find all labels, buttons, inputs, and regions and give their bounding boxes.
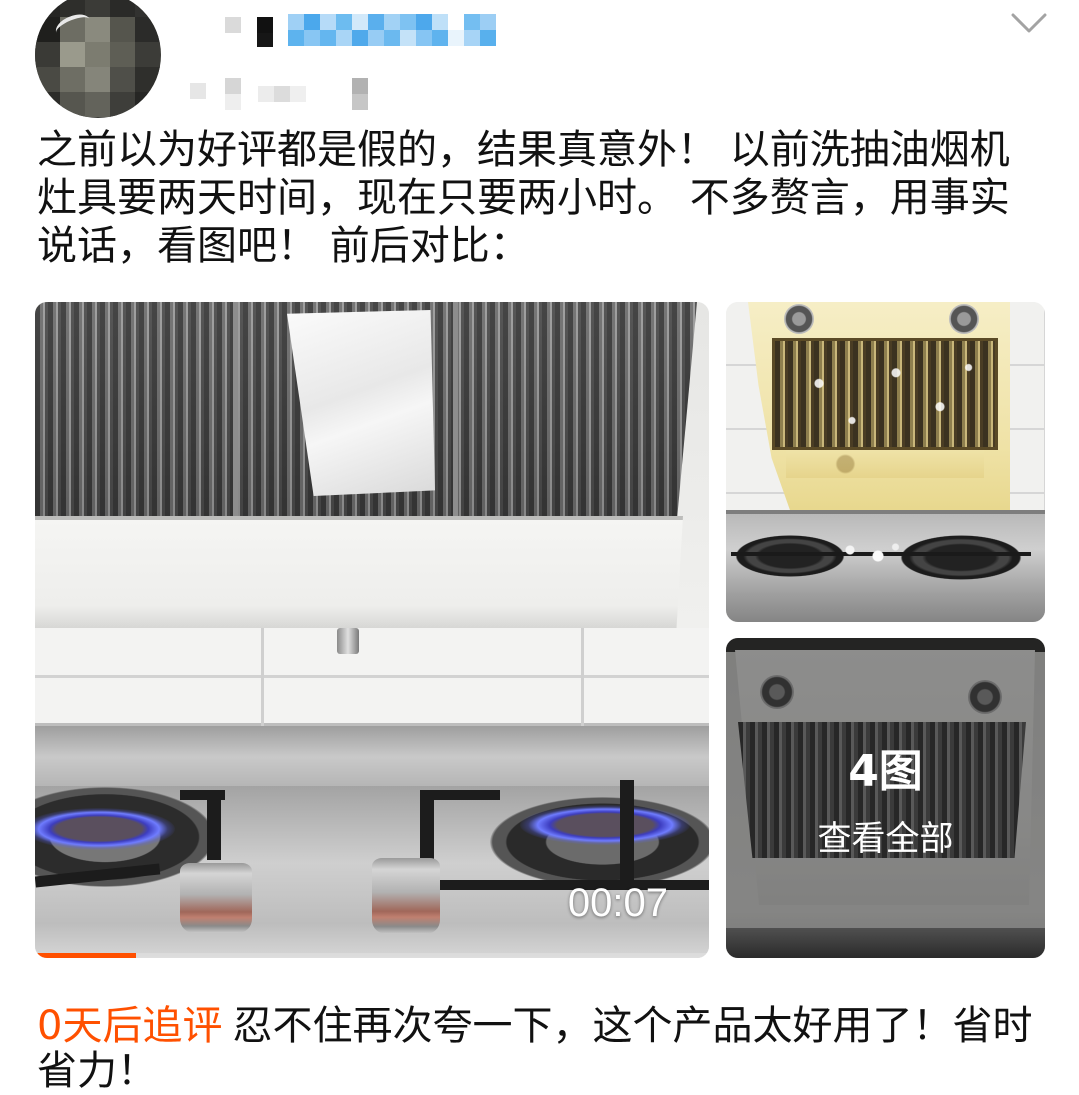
- review-card: 之前以为好评都是假的，结果真意外！ 以前洗抽油烟机灶具要两天时间，现在只要两小时…: [0, 0, 1079, 1095]
- video-still-grate: [207, 790, 221, 860]
- review-text: 之前以为好评都是假的，结果真意外！ 以前洗抽油烟机灶具要两天时间，现在只要两小时…: [37, 127, 1010, 269]
- video-still-knob-right: [372, 858, 440, 934]
- video-still-flame-right: [520, 805, 690, 845]
- photo-count-label: 4图: [848, 746, 923, 797]
- avatar-emblem-icon: [52, 9, 94, 43]
- follow-up-label: 0天后追评: [37, 1003, 223, 1049]
- video-still-knob-left: [180, 863, 252, 933]
- video-still-filter-divider: [233, 302, 238, 518]
- video-progress-fill: [35, 953, 137, 958]
- view-all-label: 查看全部: [817, 819, 954, 859]
- video-progress-bar[interactable]: [35, 953, 709, 958]
- photo-hood-bolt: [949, 304, 979, 334]
- photo-thumbnail[interactable]: [726, 302, 1045, 622]
- video-still-backsplash: [35, 726, 709, 788]
- video-player[interactable]: 00:07: [35, 302, 709, 958]
- follow-up-review: 0天后追评 忍不住再次夸一下，这个产品太好用了！省时省力！: [37, 1004, 1042, 1094]
- chevron-down-icon-graphic: [1011, 13, 1047, 33]
- video-still-grate: [620, 780, 634, 890]
- username-masked: [222, 14, 500, 48]
- photo-debris: [836, 538, 906, 568]
- video-still-grate: [420, 790, 434, 862]
- video-still-wall-tiles: [35, 628, 709, 728]
- photo-hood-bolt: [784, 304, 814, 334]
- photo-hood-lower-panel: [786, 450, 984, 478]
- video-duration: 00:07: [567, 881, 668, 925]
- avatar: [35, 0, 161, 118]
- view-all-photos-button[interactable]: 4图 查看全部: [726, 638, 1045, 958]
- chevron-down-icon[interactable]: [1011, 12, 1047, 34]
- photo-burner: [900, 535, 1022, 580]
- video-still-bracket: [337, 628, 359, 654]
- photo-dim-overlay: [726, 638, 1045, 958]
- video-still-filter-divider: [453, 302, 458, 518]
- photo-hood-filter: [772, 338, 998, 450]
- video-still-hood-panel: [35, 516, 683, 628]
- photo-burner: [735, 535, 845, 577]
- review-date-masked: [188, 78, 368, 110]
